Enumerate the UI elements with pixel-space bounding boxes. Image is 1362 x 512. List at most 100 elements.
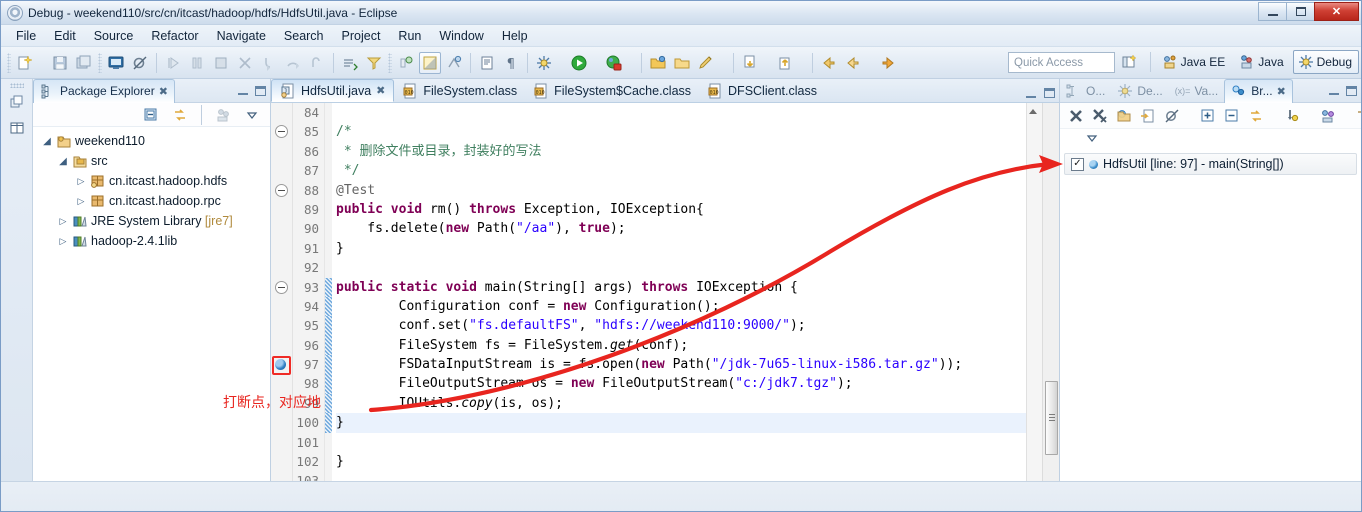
tab-variables[interactable]: (x)= Va...	[1169, 79, 1225, 103]
scrollbar-thumb[interactable]	[1045, 381, 1058, 455]
disconnect-icon[interactable]	[234, 52, 256, 74]
terminate-icon[interactable]	[210, 52, 232, 74]
tree-item-jre-system-library[interactable]: JRE System Library [jre7]	[37, 211, 270, 231]
add-java-exception-breakpoint-icon[interactable]	[1283, 105, 1301, 127]
tab-debug[interactable]: De...	[1111, 79, 1168, 103]
back-icon[interactable]	[818, 52, 840, 74]
breakpoint-gutter[interactable]	[271, 103, 293, 481]
menu-edit[interactable]: Edit	[45, 27, 85, 45]
focus-on-active-task-icon[interactable]	[212, 104, 234, 126]
maximize-view-icon[interactable]	[255, 85, 266, 96]
tab-hdfsutil-java[interactable]: J HdfsUtil.java ✖	[271, 79, 395, 102]
open-perspective-button[interactable]	[1116, 50, 1144, 74]
code-line[interactable]: * 删除文件或目录，封装好的写法	[336, 142, 1026, 161]
maximize-editor-icon[interactable]	[1044, 88, 1055, 98]
source-code[interactable]: /* * 删除文件或目录，封装好的写法 */@Test public void r…	[332, 103, 1026, 481]
debug-run-dropdown-icon[interactable]	[556, 52, 567, 74]
collapse-all-icon[interactable]	[140, 104, 162, 126]
perspective-debug[interactable]: Debug	[1292, 50, 1359, 74]
chevron-down-icon[interactable]	[41, 136, 53, 147]
package-explorer-fastview-icon[interactable]	[5, 116, 29, 140]
forward-dropdown-icon[interactable]	[900, 52, 911, 74]
run-dropdown-icon[interactable]	[591, 52, 602, 74]
tab-breakpoints[interactable]: Br... ✖	[1224, 78, 1293, 103]
open-folder-icon[interactable]	[671, 52, 693, 74]
chevron-down-icon[interactable]	[57, 156, 69, 167]
code-line[interactable]: IOUtils.copy(is, os);	[336, 394, 1026, 413]
toggle-block-selection-icon[interactable]	[419, 51, 441, 74]
menu-help[interactable]: Help	[493, 27, 537, 45]
previous-annotation-icon[interactable]	[774, 52, 796, 74]
code-line[interactable]: public void rm() throws Exception, IOExc…	[336, 200, 1026, 219]
new-java-package-icon[interactable]	[647, 52, 669, 74]
menu-file[interactable]: File	[7, 27, 45, 45]
toggle-mark-occurrences-icon[interactable]	[395, 52, 417, 74]
menu-refactor[interactable]: Refactor	[142, 27, 207, 45]
maximize-view-icon[interactable]	[1346, 85, 1357, 96]
chevron-right-icon[interactable]	[75, 196, 87, 207]
maximize-button[interactable]	[1286, 2, 1315, 21]
code-line[interactable]: */	[336, 161, 1026, 180]
code-line[interactable]: fs.delete(new Path("/aa"), true);	[336, 219, 1026, 238]
breakpoint-group-icon[interactable]	[1355, 105, 1361, 127]
go-to-file-for-breakpoint-icon[interactable]	[1139, 105, 1157, 127]
console-icon[interactable]	[105, 52, 127, 74]
code-line[interactable]: public static void main(String[] args) t…	[336, 278, 1026, 297]
previous-annotation-dropdown-icon[interactable]	[797, 52, 808, 74]
collapse-all-icon[interactable]	[1223, 105, 1241, 127]
menu-search[interactable]: Search	[275, 27, 333, 45]
code-line[interactable]: }	[336, 413, 1026, 433]
back-dropdown-icon[interactable]	[865, 52, 876, 74]
view-menu-icon[interactable]	[1081, 127, 1103, 149]
close-icon[interactable]: ✖	[1277, 85, 1286, 98]
save-all-icon[interactable]	[73, 52, 95, 74]
menu-window[interactable]: Window	[430, 27, 492, 45]
breakpoint-enabled-checkbox[interactable]: ✓	[1071, 157, 1084, 171]
suspend-icon[interactable]	[186, 52, 208, 74]
edit-dropdown-icon[interactable]	[718, 52, 729, 74]
chevron-right-icon[interactable]	[75, 176, 87, 187]
close-icon[interactable]: ✖	[376, 84, 385, 97]
link-with-debug-view-icon[interactable]	[1247, 105, 1265, 127]
menu-project[interactable]: Project	[333, 27, 390, 45]
code-line[interactable]	[336, 433, 1026, 452]
coverage-icon[interactable]	[603, 52, 625, 74]
perspective-java[interactable]: Java	[1234, 50, 1290, 74]
remove-breakpoint-icon[interactable]	[1067, 105, 1085, 127]
menu-source[interactable]: Source	[85, 27, 143, 45]
new-wizard-icon[interactable]	[14, 52, 36, 74]
pilcrow-icon[interactable]: ¶	[500, 52, 522, 74]
next-annotation-icon[interactable]	[739, 52, 761, 74]
tree-item-weekend110[interactable]: weekend110	[37, 131, 270, 151]
breakpoints-list[interactable]: ✓ HdfsUtil [line: 97] - main(String[])	[1060, 147, 1361, 481]
run-icon[interactable]	[568, 52, 590, 74]
next-annotation-dropdown-icon[interactable]	[762, 52, 773, 74]
edit-pencil-icon[interactable]	[695, 52, 717, 74]
breakpoint-list-item[interactable]: ✓ HdfsUtil [line: 97] - main(String[])	[1064, 153, 1357, 175]
editor-vertical-scrollbar[interactable]	[1042, 103, 1059, 481]
skip-all-breakpoints-icon[interactable]	[1163, 105, 1181, 127]
step-into-icon[interactable]	[258, 52, 280, 74]
fold-collapse-icon[interactable]	[275, 125, 288, 139]
tab-outline[interactable]: O...	[1060, 79, 1111, 103]
code-line[interactable]: conf.set("fs.defaultFS", "hdfs://weekend…	[336, 316, 1026, 335]
resume-icon[interactable]	[162, 52, 184, 74]
coverage-dropdown-icon[interactable]	[626, 52, 637, 74]
minimize-view-icon[interactable]	[1329, 86, 1339, 95]
tab-filesystem-cache-class[interactable]: 010 FileSystem$Cache.class	[525, 79, 699, 102]
minimize-view-icon[interactable]	[238, 86, 248, 95]
overview-ruler[interactable]	[1026, 103, 1042, 481]
chevron-right-icon[interactable]	[57, 216, 69, 227]
chevron-right-icon[interactable]	[57, 236, 69, 247]
working-sets-icon[interactable]	[1319, 105, 1337, 127]
skip-breakpoints-icon[interactable]	[129, 52, 151, 74]
minimize-editor-icon[interactable]	[1026, 89, 1036, 98]
tree-item-package-rpc[interactable]: cn.itcast.hadoop.rpc	[37, 191, 270, 211]
back-history-icon[interactable]	[842, 52, 864, 74]
tab-package-explorer[interactable]: Package Explorer ✖	[33, 78, 175, 103]
fold-collapse-icon[interactable]	[275, 280, 288, 294]
use-step-filters-icon[interactable]	[363, 52, 385, 74]
expand-all-icon[interactable]	[1199, 105, 1217, 127]
code-line[interactable]: @Test	[336, 181, 1026, 200]
quick-access-input[interactable]: Quick Access	[1008, 52, 1115, 73]
